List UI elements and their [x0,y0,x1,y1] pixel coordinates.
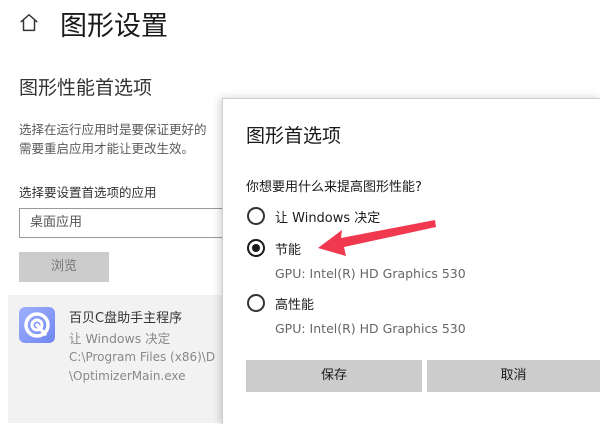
app-preference: 让 Windows 决定 [69,331,171,346]
radio-high-performance[interactable] [247,294,265,312]
app-path-line: \OptimizerMain.exe [69,369,186,383]
home-icon[interactable] [18,12,40,34]
description-line: 选择在运行应用时是要保证更好的 [19,122,207,137]
app-icon [19,307,55,343]
browse-button[interactable]: 浏览 [19,252,109,282]
description-line: 需要重启应用才能让更改生效。 [19,141,195,156]
radio-power-saving[interactable] [247,239,265,257]
app-logo-icon [24,312,50,338]
page-title: 图形设置 [60,11,168,42]
section-description: 选择在运行应用时是要保证更好的 需要重启应用才能让更改生效。 [19,120,229,158]
gpu-info-high-performance: GPU: Intel(R) HD Graphics 530 [275,321,466,336]
dialog-question: 你想要用什么来提高图形性能? [246,180,422,195]
section-title: 图形性能首选项 [19,77,153,99]
annotation-arrow-shape [318,220,436,256]
app-path: C:\Program Files (x86)\D \OptimizerMain.… [69,348,222,386]
app-name: 百贝C盘助手主程序 [69,311,183,326]
cancel-button[interactable]: 取消 [427,360,600,392]
choose-app-label: 选择要设置首选项的应用 [19,185,157,200]
option-label-power-saving[interactable]: 节能 [275,239,301,258]
app-type-select[interactable]: 桌面应用 [19,208,239,238]
option-label-high-performance[interactable]: 高性能 [275,294,314,313]
app-path-line: C:\Program Files (x86)\D [69,350,216,364]
dialog-title: 图形首选项 [246,125,342,147]
radio-let-windows-decide[interactable] [247,207,265,225]
save-button[interactable]: 保存 [246,360,422,392]
annotation-arrow-icon [318,220,436,256]
